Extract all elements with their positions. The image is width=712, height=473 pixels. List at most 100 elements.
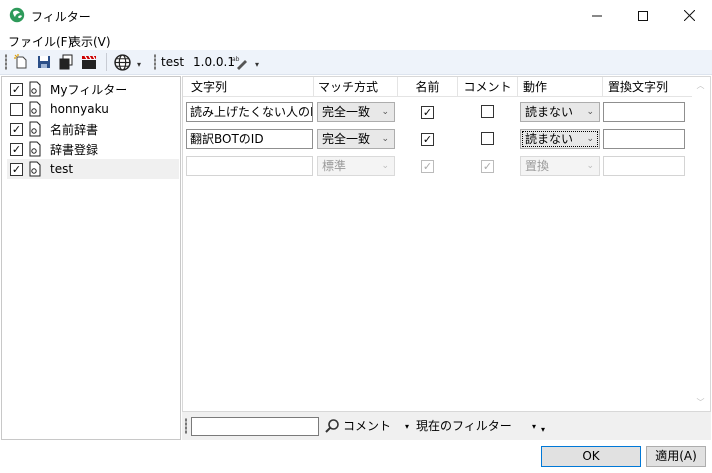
menu-bar: ファイル(F) 表示(V) bbox=[0, 31, 712, 50]
toolbar-overflow-arrow[interactable]: ▾ bbox=[255, 60, 259, 69]
filter-document-icon bbox=[29, 81, 41, 97]
column-header-comment[interactable]: コメント bbox=[458, 77, 518, 97]
menu-view[interactable]: 表示(V) bbox=[69, 33, 111, 50]
replace-cell-new[interactable] bbox=[603, 156, 685, 176]
globe-leaf-icon bbox=[9, 7, 25, 23]
filter-checkbox[interactable] bbox=[10, 102, 23, 116]
svg-text:ab: ab bbox=[232, 56, 240, 63]
chevron-down-icon: ⌄ bbox=[381, 161, 389, 171]
copy-button[interactable] bbox=[57, 53, 75, 71]
globe-dropdown-arrow[interactable]: ▾ bbox=[137, 60, 141, 69]
column-header-match[interactable]: マッチ方式 bbox=[314, 77, 398, 97]
dropdown-arrow-icon: ▾ bbox=[531, 422, 536, 431]
match-value: 完全一致 bbox=[322, 105, 371, 119]
replace-cell[interactable] bbox=[603, 129, 685, 149]
text-cell-new[interactable] bbox=[186, 156, 313, 176]
filter-item-selected[interactable]: ✓ test bbox=[7, 159, 179, 179]
search-field-combo[interactable]: コメント ▾ bbox=[343, 417, 411, 436]
filter-document-icon bbox=[29, 141, 41, 157]
minimize-icon bbox=[592, 15, 602, 16]
name-checkbox[interactable]: ✓ bbox=[421, 105, 434, 119]
match-value: 標準 bbox=[322, 159, 347, 173]
searchbar-overflow-arrow[interactable]: ▾ bbox=[541, 425, 545, 434]
action-combo[interactable]: 読まない ⌄ bbox=[520, 102, 600, 122]
menu-file[interactable]: ファイル(F) bbox=[8, 33, 72, 50]
name-checkbox[interactable]: ✓ bbox=[421, 132, 434, 146]
filter-label: test bbox=[50, 162, 74, 176]
globe-button[interactable] bbox=[113, 53, 131, 71]
toolbar-separator bbox=[106, 53, 107, 71]
search-scope-value: 現在のフィルター bbox=[416, 419, 512, 433]
filter-item[interactable]: ✓ 辞書登録 bbox=[10, 139, 180, 159]
column-header-text[interactable]: 文字列 bbox=[183, 77, 314, 97]
column-header-replace[interactable]: 置換文字列 bbox=[603, 77, 693, 97]
toolbar: ▾ test 1.0.0.1 ab ▾ bbox=[0, 50, 712, 75]
version-label: 1.0.0.1 bbox=[193, 55, 235, 69]
close-button[interactable] bbox=[666, 0, 712, 31]
scroll-down-icon[interactable]: ﹀ bbox=[692, 394, 709, 411]
name-checkbox-new[interactable]: ✓ bbox=[421, 159, 434, 173]
clapper-button[interactable] bbox=[80, 53, 98, 71]
filter-document-icon bbox=[29, 121, 41, 137]
action-combo-new[interactable]: 置換 ⌄ bbox=[520, 156, 600, 176]
column-header-name[interactable]: 名前 bbox=[398, 77, 458, 97]
match-combo[interactable]: 完全一致 ⌄ bbox=[317, 129, 395, 149]
filter-checkbox[interactable]: ✓ bbox=[10, 142, 23, 156]
filter-list: ✓ Myフィルター honnyaku ✓ 名前辞書 ✓ 辞書登録 ✓ test bbox=[1, 76, 181, 440]
maximize-icon bbox=[638, 10, 648, 21]
rename-pen-icon: ab bbox=[232, 56, 247, 70]
column-header-action[interactable]: 動作 bbox=[518, 77, 603, 97]
search-scope-combo[interactable]: 現在のフィルター ▾ bbox=[416, 417, 538, 436]
filter-checkbox[interactable]: ✓ bbox=[10, 82, 23, 96]
comment-checkbox[interactable] bbox=[481, 105, 494, 121]
maximize-button[interactable] bbox=[620, 0, 666, 31]
filter-item[interactable]: ✓ Myフィルター bbox=[10, 79, 180, 99]
chevron-down-icon: ⌄ bbox=[586, 161, 594, 171]
globe-icon bbox=[113, 53, 131, 71]
clapper-icon bbox=[82, 55, 96, 69]
ok-button[interactable]: OK bbox=[541, 446, 641, 467]
save-icon bbox=[38, 56, 50, 68]
match-combo[interactable]: 完全一致 ⌄ bbox=[317, 102, 395, 122]
apply-button[interactable]: 適用(A) bbox=[646, 446, 706, 467]
chevron-down-icon: ⌄ bbox=[586, 134, 594, 144]
filter-item[interactable]: honnyaku bbox=[10, 99, 180, 119]
minimize-button[interactable] bbox=[574, 0, 620, 31]
scroll-up-icon[interactable]: ︿ bbox=[692, 77, 709, 94]
action-combo[interactable]: 読まない ⌄ bbox=[520, 129, 600, 149]
filter-item[interactable]: ✓ 名前辞書 bbox=[10, 119, 180, 139]
rename-button[interactable]: ab bbox=[231, 53, 249, 71]
save-button[interactable] bbox=[35, 53, 53, 71]
search-field-value: コメント bbox=[343, 419, 392, 433]
comment-checkbox-new[interactable]: ✓ bbox=[481, 159, 494, 173]
chevron-down-icon: ⌄ bbox=[586, 107, 594, 117]
filter-label: 名前辞書 bbox=[50, 122, 99, 137]
searchbar-grip[interactable] bbox=[185, 418, 187, 434]
text-cell[interactable]: 翻訳BOTのID bbox=[186, 129, 313, 149]
filter-checkbox[interactable]: ✓ bbox=[10, 122, 23, 136]
search-bar: コメント ▾ 現在のフィルター ▾ ▾ bbox=[182, 412, 711, 440]
filter-name-label: test bbox=[161, 55, 185, 69]
filter-label: Myフィルター bbox=[50, 82, 128, 97]
action-value: 置換 bbox=[525, 159, 550, 173]
vertical-scrollbar[interactable]: ︿ ﹀ bbox=[692, 77, 709, 411]
chevron-down-icon: ⌄ bbox=[381, 107, 389, 117]
comment-checkbox[interactable] bbox=[481, 132, 494, 148]
toolbar-grip[interactable] bbox=[5, 54, 7, 70]
search-icon[interactable] bbox=[324, 418, 340, 434]
match-combo-new[interactable]: 標準 ⌄ bbox=[317, 156, 395, 176]
new-filter-button[interactable] bbox=[12, 53, 30, 71]
copy-icon bbox=[59, 54, 73, 70]
filter-document-icon bbox=[29, 101, 41, 117]
chevron-down-icon: ⌄ bbox=[381, 134, 389, 144]
filter-rules-grid: 文字列 マッチ方式 名前 コメント 動作 置換文字列 読み上げたくない人のID … bbox=[182, 76, 711, 412]
filter-label: honnyaku bbox=[50, 102, 109, 116]
action-value: 読まない bbox=[525, 105, 574, 119]
match-value: 完全一致 bbox=[322, 132, 371, 146]
toolbar-grip[interactable] bbox=[154, 54, 156, 70]
dropdown-arrow-icon: ▾ bbox=[404, 422, 409, 431]
filter-checkbox[interactable]: ✓ bbox=[10, 162, 23, 176]
text-cell[interactable]: 読み上げたくない人のID bbox=[186, 102, 313, 122]
replace-cell[interactable] bbox=[603, 102, 685, 122]
search-input[interactable] bbox=[191, 417, 319, 436]
